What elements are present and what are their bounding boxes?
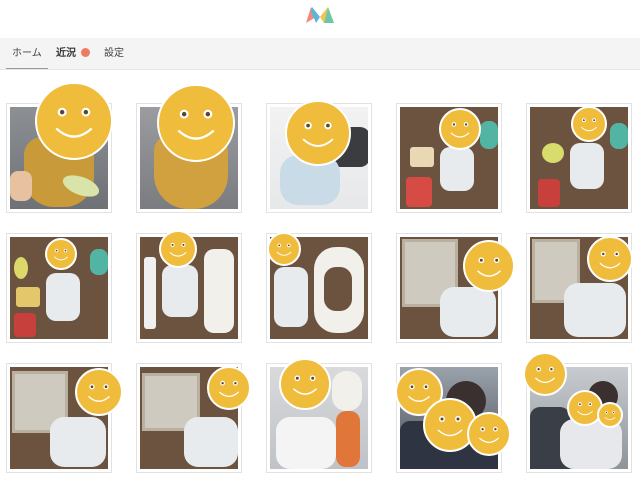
- face-sticker: [285, 100, 351, 166]
- tab-recent-label: 近況: [56, 48, 76, 59]
- tab-home-label: ホーム: [12, 48, 42, 59]
- face-sticker: [463, 240, 515, 292]
- face-sticker: [571, 106, 607, 142]
- face-sticker: [75, 368, 123, 416]
- face-sticker: [159, 230, 197, 268]
- photo-tile[interactable]: [396, 233, 515, 343]
- tab-bar: ホーム 近況 設定: [0, 38, 640, 70]
- photo-tile[interactable]: [6, 82, 113, 213]
- active-tab-indicator: [6, 68, 48, 69]
- face-sticker: [439, 108, 481, 150]
- face-sticker: [267, 232, 301, 266]
- photo-tile[interactable]: [136, 363, 251, 473]
- tab-recent[interactable]: 近況: [56, 38, 90, 70]
- face-sticker: [587, 236, 633, 282]
- face-sticker: [45, 238, 77, 270]
- photo-tile[interactable]: [6, 233, 112, 343]
- face-sticker: [207, 366, 251, 410]
- face-sticker: [35, 82, 113, 160]
- new-badge-dot: [81, 48, 90, 57]
- face-sticker: [467, 412, 511, 456]
- photo-tile[interactable]: [526, 103, 632, 213]
- photo-tile[interactable]: [6, 363, 123, 473]
- photo-tile[interactable]: [266, 358, 372, 473]
- photo-tile[interactable]: [266, 100, 372, 213]
- app-logo[interactable]: [306, 7, 334, 23]
- photo-tile[interactable]: [395, 363, 511, 473]
- photo-tile[interactable]: [523, 352, 632, 473]
- tab-home[interactable]: ホーム: [6, 38, 48, 70]
- face-sticker: [279, 358, 331, 410]
- tab-settings-label: 設定: [104, 48, 124, 59]
- photo-tile[interactable]: [526, 233, 633, 343]
- app-header: [0, 0, 640, 38]
- face-sticker: [523, 352, 567, 396]
- face-sticker: [597, 402, 623, 428]
- photo-tile[interactable]: [396, 103, 502, 213]
- tab-settings[interactable]: 設定: [104, 38, 124, 70]
- photo-tile[interactable]: [136, 84, 242, 213]
- photo-tile[interactable]: [136, 230, 242, 343]
- face-sticker: [157, 84, 235, 162]
- photo-tile[interactable]: [266, 232, 372, 343]
